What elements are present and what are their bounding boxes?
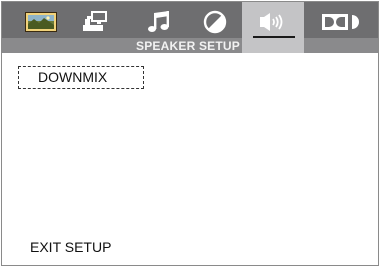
tab-preference[interactable] [198, 2, 232, 42]
tab-general[interactable] [24, 2, 58, 42]
setup-screen: SPEAKER SETUP DOWNMIX EXIT SETUP [1, 1, 379, 266]
music-notes-icon [148, 11, 169, 32]
downmix-menu-item[interactable]: DOWNMIX [18, 66, 144, 89]
tab-video[interactable] [78, 2, 112, 42]
monitor-setup-icon [83, 11, 107, 31]
page-title-text: SPEAKER SETUP [136, 39, 240, 53]
page-title: SPEAKER SETUP [2, 39, 378, 53]
tab-dolby[interactable] [318, 2, 364, 42]
setup-tab-bar [2, 2, 378, 51]
tab-audio[interactable] [142, 2, 176, 42]
landscape-picture-icon [25, 12, 57, 32]
speaker-sound-icon [260, 13, 283, 31]
exit-setup-button[interactable]: EXIT SETUP [30, 239, 111, 255]
dolby-logo-icon [322, 14, 359, 30]
half-circle-icon [203, 10, 227, 34]
